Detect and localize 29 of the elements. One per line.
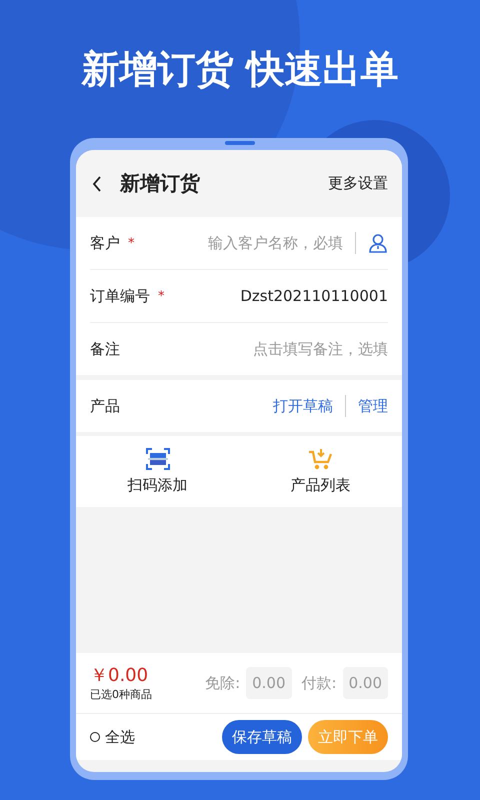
more-settings-button[interactable]: 更多设置 — [328, 174, 388, 193]
add-product-button[interactable]: 扫码添加 — [76, 436, 239, 507]
phone-speaker — [225, 141, 255, 145]
section-label: 产品 — [90, 396, 120, 416]
total-amount: ￥0.00 — [90, 664, 150, 686]
back-icon[interactable] — [92, 176, 102, 192]
input-field[interactable]: Dzst202110110001 — [240, 287, 388, 305]
cart-icon — [308, 448, 334, 470]
select-all-checkbox[interactable]: 全选 — [90, 728, 135, 746]
add-product-button[interactable]: 产品列表 — [239, 436, 402, 507]
field-label: 客户 — [90, 234, 120, 252]
discount-field[interactable]: 0.00 — [246, 667, 292, 699]
input-field[interactable]: 输入客户名称，必填 — [208, 234, 343, 252]
product-link[interactable]: 管理 — [358, 396, 388, 416]
required-mark: * — [127, 236, 134, 250]
required-mark: * — [157, 288, 164, 304]
page-title: 新增订货 — [120, 170, 201, 197]
scan-icon — [146, 448, 170, 470]
field-label: 订单编号 — [90, 286, 150, 306]
payment-label: 付款: — [302, 674, 337, 692]
customer-icon[interactable] — [368, 233, 388, 253]
input-field[interactable]: 点击填写备注，选填 — [253, 340, 388, 358]
product-link[interactable]: 打开草稿 — [273, 396, 333, 416]
promo-headline: 新增订货 快速出单 — [81, 46, 399, 92]
discount-label: 免除: — [205, 674, 240, 692]
save-draft-button[interactable]: 保存草稿 — [222, 720, 302, 754]
field-label: 备注 — [90, 340, 120, 358]
selected-count: 已选0种商品 — [90, 686, 152, 702]
payment-field[interactable]: 0.00 — [342, 667, 388, 699]
